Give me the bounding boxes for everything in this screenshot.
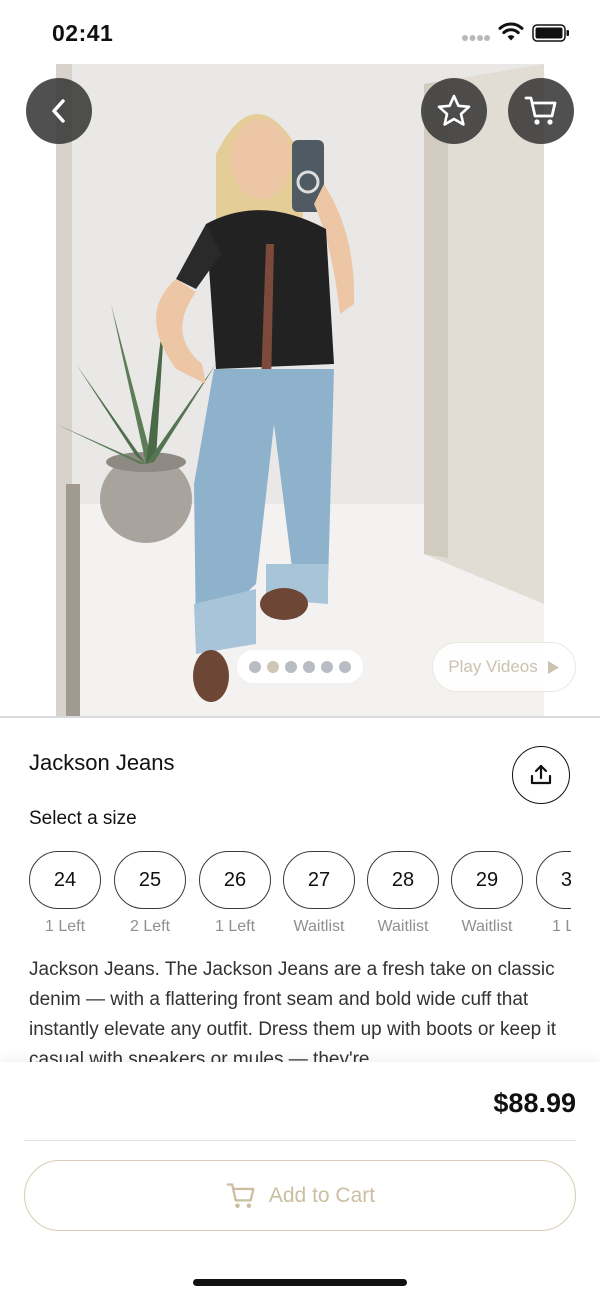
size-option[interactable]: 27 Waitlist [283, 851, 355, 936]
image-divider [0, 716, 600, 718]
status-bar: 02:41 [0, 0, 600, 64]
product-price: $88.99 [493, 1088, 576, 1118]
play-icon [547, 660, 559, 674]
size-stock-label: 1 Left [44, 918, 86, 935]
chevron-left-icon [52, 99, 65, 123]
pagination-dot[interactable] [285, 660, 297, 673]
size-stock-label: Waitlist [293, 918, 345, 935]
cellular-signal-icon [462, 35, 490, 41]
add-to-cart-label: Add to Cart [268, 1183, 376, 1207]
size-selector[interactable]: 24 1 Left 25 2 Left 26 1 Left 27 Waitlis… [29, 851, 571, 943]
product-image[interactable] [56, 64, 544, 716]
product-photo [56, 64, 544, 716]
size-stock-label: 2 Left [129, 918, 171, 935]
size-button[interactable]: 25 [114, 851, 186, 909]
product-title: Jackson Jeans [29, 750, 175, 775]
size-option[interactable]: 29 Waitlist [451, 851, 523, 936]
add-to-cart-button[interactable]: Add to Cart [24, 1160, 576, 1231]
pagination-dot[interactable] [339, 660, 351, 673]
pagination-dot[interactable] [303, 660, 315, 673]
pagination-dot-active[interactable] [267, 660, 279, 673]
size-button[interactable]: 24 [29, 851, 101, 909]
checkout-divider [24, 1140, 576, 1141]
size-button[interactable]: 30 [536, 851, 571, 909]
size-option[interactable]: 26 1 Left [199, 851, 271, 936]
size-button[interactable]: 29 [451, 851, 523, 909]
status-time: 02:41 [52, 20, 114, 46]
home-indicator[interactable] [193, 1279, 407, 1286]
size-option[interactable]: 25 2 Left [114, 851, 186, 936]
battery-icon [532, 24, 569, 42]
size-option[interactable]: 24 1 Left [29, 851, 101, 936]
size-option[interactable]: 28 Waitlist [367, 851, 439, 936]
size-button[interactable]: 28 [367, 851, 439, 909]
product-description: Jackson Jeans. The Jackson Jeans are a f… [29, 959, 556, 1063]
size-stock-label: Waitlist [461, 918, 513, 935]
size-button[interactable]: 26 [199, 851, 271, 909]
wifi-icon [498, 22, 524, 41]
size-option[interactable]: 30 1 Left [536, 851, 571, 936]
star-icon [437, 94, 471, 126]
play-videos-button[interactable]: Play Videos [432, 642, 576, 692]
size-button[interactable]: 27 [283, 851, 355, 909]
cart-icon [226, 1182, 255, 1208]
pagination-dot[interactable] [249, 660, 261, 673]
size-stock-label: 1 Left [214, 918, 256, 935]
size-stock-label: Waitlist [377, 918, 429, 935]
cart-button[interactable] [508, 78, 574, 144]
pagination-dot[interactable] [321, 660, 333, 673]
share-button[interactable] [512, 746, 570, 804]
select-size-label: Select a size [29, 808, 137, 829]
back-button[interactable] [26, 78, 92, 144]
play-videos-label: Play Videos [448, 657, 538, 676]
image-pagination-dots[interactable] [237, 650, 363, 683]
cart-icon [524, 96, 557, 125]
checkout-bar: $88.99 Add to Cart [0, 1062, 600, 1299]
share-icon [530, 764, 552, 785]
favorite-button[interactable] [421, 78, 487, 144]
size-stock-label: 1 Left [551, 918, 571, 935]
